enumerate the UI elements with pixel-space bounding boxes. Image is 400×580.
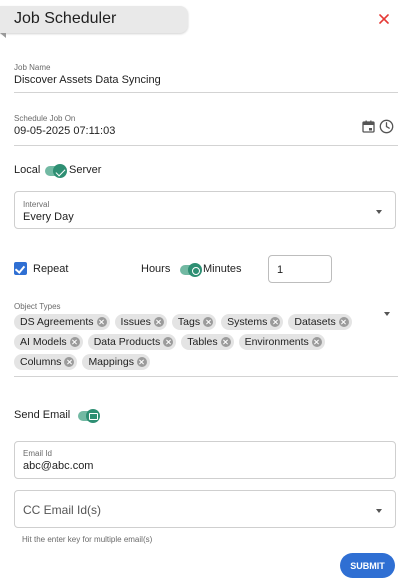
remove-chip-icon[interactable] [270, 317, 281, 327]
schedule-field[interactable]: 09-05-2025 07:11:03 [14, 125, 115, 137]
toggle-knob [188, 263, 202, 277]
chip: Datasets [288, 314, 352, 330]
remove-chip-icon[interactable] [96, 317, 107, 327]
object-types-row-2: AI Models Data Products Tables Environme… [14, 334, 325, 350]
object-types-label: Object Types [14, 302, 61, 311]
calendar-icon[interactable] [362, 120, 375, 133]
chevron-down-icon [376, 210, 382, 214]
clock-icon[interactable] [379, 119, 394, 134]
remove-chip-icon[interactable] [338, 317, 349, 327]
chip-label: Environments [244, 336, 309, 348]
hours-minutes-toggle[interactable] [180, 263, 202, 277]
close-icon[interactable] [376, 11, 392, 27]
chip: Tables [181, 334, 234, 350]
repeat-label: Repeat [33, 263, 69, 275]
repeat-value: 1 [277, 264, 284, 276]
chip: Issues [114, 314, 167, 330]
submit-button[interactable]: SUBMIT [340, 553, 395, 578]
job-name-label: Job Name [14, 63, 51, 72]
chip-label: Data Products [93, 336, 161, 348]
repeat-checkbox[interactable] [14, 262, 27, 275]
chip: DS Agreements [14, 314, 110, 330]
title-fold [0, 33, 6, 38]
server-label: Server [69, 164, 102, 176]
local-label: Local [14, 164, 41, 176]
chevron-down-icon [376, 509, 382, 513]
job-name-field[interactable]: Discover Assets Data Syncing [14, 74, 161, 86]
email-field[interactable]: Email Id abc@abc.com [14, 441, 396, 479]
remove-chip-icon[interactable] [64, 357, 75, 367]
remove-chip-icon[interactable] [136, 357, 147, 367]
interval-value: Every Day [23, 211, 74, 223]
email-value: abc@abc.com [23, 460, 94, 472]
chip-label: Mappings [88, 356, 134, 368]
remove-chip-icon[interactable] [311, 337, 322, 347]
remove-chip-icon[interactable] [220, 337, 231, 347]
chip: Columns [14, 354, 78, 370]
cc-email-placeholder: CC Email Id(s) [23, 503, 102, 517]
toggle-knob [53, 164, 67, 178]
repeat-value-input[interactable]: 1 [268, 255, 332, 283]
chip: Mappings [82, 354, 150, 370]
chip-label: DS Agreements [20, 316, 94, 328]
email-label: Email Id [23, 449, 52, 458]
chip-label: Datasets [294, 316, 336, 328]
schedule-underline [14, 145, 398, 146]
local-server-toggle[interactable] [45, 164, 67, 178]
send-email-label: Send Email [14, 409, 71, 421]
object-types-underline [14, 376, 398, 377]
job-name-underline [14, 92, 398, 93]
chip-label: Tables [187, 336, 218, 348]
hours-label: Hours [141, 263, 171, 275]
schedule-label: Schedule Job On [14, 114, 76, 123]
chip-label: Issues [120, 316, 151, 328]
chevron-down-icon[interactable] [384, 312, 390, 316]
toggle-knob [86, 409, 100, 423]
interval-select[interactable]: Interval Every Day [14, 191, 396, 229]
remove-chip-icon[interactable] [203, 317, 214, 327]
chip-label: Columns [20, 356, 62, 368]
remove-chip-icon[interactable] [69, 337, 80, 347]
chip: AI Models [14, 334, 83, 350]
chip: Tags [171, 314, 217, 330]
chip: Systems [221, 314, 284, 330]
object-types-row-3: Columns Mappings [14, 354, 150, 370]
send-email-toggle[interactable] [78, 409, 100, 423]
chip-label: Tags [177, 316, 201, 328]
interval-label: Interval [23, 200, 50, 209]
minutes-label: Minutes [203, 263, 242, 275]
cc-email-hint: Hit the enter key for multiple email(s) [22, 535, 153, 544]
remove-chip-icon[interactable] [163, 337, 174, 347]
remove-chip-icon[interactable] [153, 317, 164, 327]
chip-label: AI Models [20, 336, 67, 348]
chip: Data Products [87, 334, 177, 350]
chip-label: Systems [227, 316, 268, 328]
page-title: Job Scheduler [14, 10, 117, 27]
object-types-row-1: DS Agreements Issues Tags Systems Datase… [14, 314, 352, 330]
cc-email-field[interactable]: CC Email Id(s) [14, 490, 396, 528]
chip: Environments [238, 334, 325, 350]
